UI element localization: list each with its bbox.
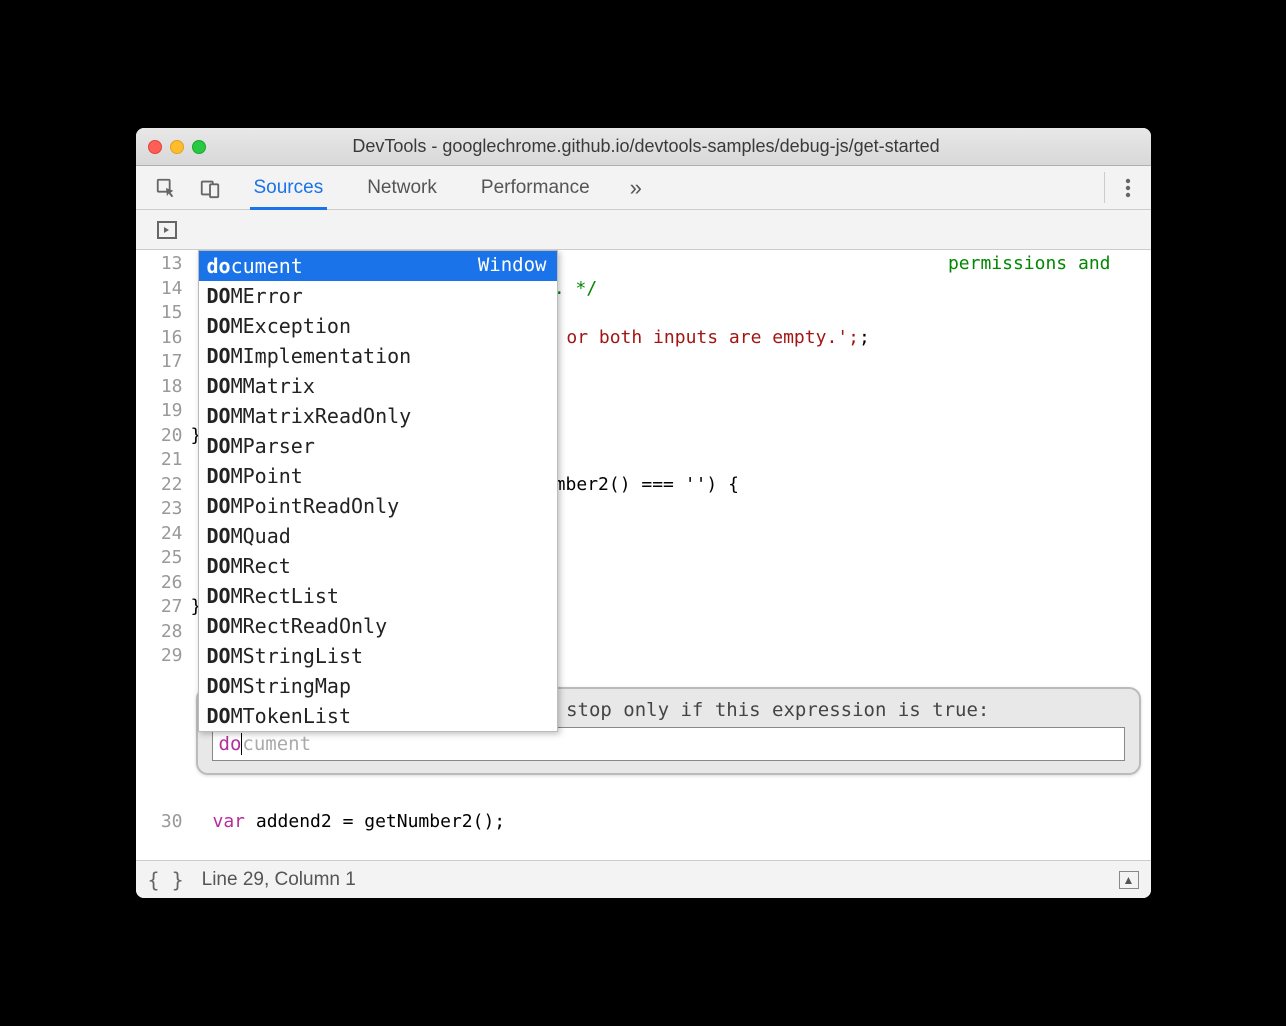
line-number-27[interactable]: 27 xyxy=(136,595,183,620)
autocomplete-item-DOMMatrixReadOnly[interactable]: DOMMatrixReadOnly xyxy=(199,401,557,431)
autocomplete-item-DOMPoint[interactable]: DOMPoint xyxy=(199,461,557,491)
breakpoint-ghost-text: cument xyxy=(242,733,311,755)
window-title: DevTools - googlechrome.github.io/devtoo… xyxy=(154,136,1139,157)
line-number-26[interactable]: 26 xyxy=(136,571,183,596)
line-number-19[interactable]: 19 xyxy=(136,399,183,424)
autocomplete-item-DOMError[interactable]: DOMError xyxy=(199,281,557,311)
breakpoint-typed-text: do xyxy=(219,733,242,755)
show-console-drawer-icon[interactable]: ▲ xyxy=(1119,871,1139,889)
line-number-28[interactable]: 28 xyxy=(136,620,183,645)
autocomplete-item-DOMStringMap[interactable]: DOMStringMap xyxy=(199,671,557,701)
line-number-15[interactable]: 15 xyxy=(136,301,183,326)
line-number-18[interactable]: 18 xyxy=(136,375,183,400)
autocomplete-item-DOMException[interactable]: DOMException xyxy=(199,311,557,341)
autocomplete-item-DOMStringList[interactable]: DOMStringList xyxy=(199,641,557,671)
line-number-23[interactable]: 23 xyxy=(136,497,183,522)
code-editor[interactable]: 1314151617181920212223242526272829 permi… xyxy=(136,250,1151,860)
autocomplete-item-DOMRectReadOnly[interactable]: DOMRectReadOnly xyxy=(199,611,557,641)
statusbar: { } Line 29, Column 1 ▲ xyxy=(136,860,1151,898)
autocomplete-type-hint: Window xyxy=(478,254,547,278)
line-number-gutter[interactable]: 1314151617181920212223242526272829 xyxy=(136,250,191,860)
autocomplete-item-DOMParser[interactable]: DOMParser xyxy=(199,431,557,461)
line-number-25[interactable]: 25 xyxy=(136,546,183,571)
autocomplete-item-DOMRectList[interactable]: DOMRectList xyxy=(199,581,557,611)
autocomplete-item-DOMPointReadOnly[interactable]: DOMPointReadOnly xyxy=(199,491,557,521)
breakpoint-expression-input[interactable]: document xyxy=(212,727,1125,761)
autocomplete-item-DOMQuad[interactable]: DOMQuad xyxy=(199,521,557,551)
tab-sources[interactable]: Sources xyxy=(232,166,346,209)
line-number-21[interactable]: 21 xyxy=(136,448,183,473)
line-number-29[interactable]: 29 xyxy=(136,644,183,669)
tab-performance[interactable]: Performance xyxy=(459,166,612,209)
line-number-13[interactable]: 13 xyxy=(136,252,183,277)
pretty-print-icon[interactable]: { } xyxy=(148,868,184,892)
settings-menu-icon[interactable] xyxy=(1105,166,1151,209)
cursor-position: Line 29, Column 1 xyxy=(202,869,356,891)
autocomplete-item-DOMRect[interactable]: DOMRect xyxy=(199,551,557,581)
line-number-17[interactable]: 17 xyxy=(136,350,183,375)
autocomplete-popup[interactable]: documentWindowDOMErrorDOMExceptionDOMImp… xyxy=(198,250,558,732)
line-number-16[interactable]: 16 xyxy=(136,326,183,351)
autocomplete-item-DOMImplementation[interactable]: DOMImplementation xyxy=(199,341,557,371)
line-number-20[interactable]: 20 xyxy=(136,424,183,449)
autocomplete-item-DOMMatrix[interactable]: DOMMatrix xyxy=(199,371,557,401)
line-number-30[interactable]: 30 xyxy=(136,810,191,835)
line-number-22[interactable]: 22 xyxy=(136,473,183,498)
titlebar: DevTools - googlechrome.github.io/devtoo… xyxy=(136,128,1151,166)
more-tabs-icon[interactable]: » xyxy=(612,166,660,209)
tab-network[interactable]: Network xyxy=(345,166,459,209)
device-toolbar-icon[interactable] xyxy=(188,166,232,209)
devtools-window: DevTools - googlechrome.github.io/devtoo… xyxy=(136,128,1151,898)
show-navigator-icon[interactable] xyxy=(146,220,188,240)
line-number-24[interactable]: 24 xyxy=(136,522,183,547)
autocomplete-item-DOMTokenList[interactable]: DOMTokenList xyxy=(199,701,557,731)
code-line-30-row: 30 var addend2 = getNumber2(); xyxy=(136,810,1151,835)
tabs-bar: Sources Network Performance » xyxy=(136,166,1151,210)
inspect-element-icon[interactable] xyxy=(144,166,188,209)
line-number-14[interactable]: 14 xyxy=(136,277,183,302)
sources-toolbar xyxy=(136,210,1151,250)
autocomplete-item-document[interactable]: documentWindow xyxy=(199,251,557,281)
